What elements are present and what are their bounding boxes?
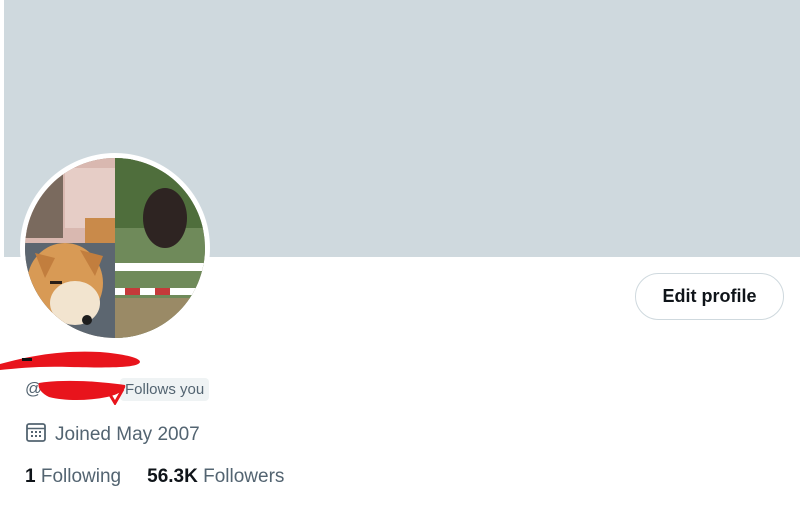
following-link[interactable]: 1 Following	[25, 466, 121, 488]
joined-date: Joined May 2007	[25, 421, 200, 449]
edit-profile-button[interactable]: Edit profile	[635, 273, 784, 320]
follows-you-badge: Follows you	[120, 377, 210, 401]
avatar-image	[25, 158, 205, 338]
following-count: 1	[25, 466, 36, 487]
follow-stats: 1 Following 56.3K Followers	[25, 466, 310, 488]
handle-redaction	[38, 380, 126, 405]
followers-link[interactable]: 56.3K Followers	[147, 466, 284, 488]
name-redaction	[0, 351, 140, 370]
avatar[interactable]	[20, 153, 210, 343]
username-handle: @	[25, 379, 126, 405]
joined-label: Joined May 2007	[55, 424, 200, 445]
followers-label: Followers	[203, 466, 285, 487]
following-label: Following	[40, 466, 122, 487]
calendar-icon	[25, 421, 55, 449]
followers-count: 56.3K	[147, 466, 198, 487]
